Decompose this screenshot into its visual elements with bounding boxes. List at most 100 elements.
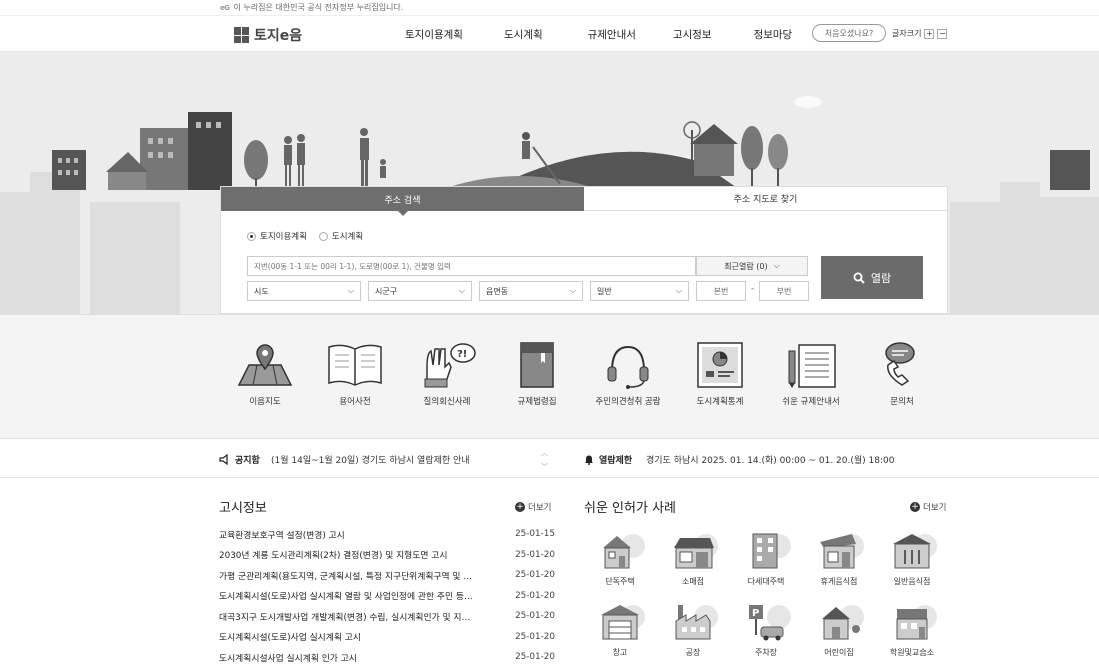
quick-item-map[interactable]: 이음지도: [220, 341, 310, 407]
list-item-date: 25-01-15: [515, 529, 555, 540]
select-sido[interactable]: 시도 ⌵: [247, 281, 361, 301]
case-general-restaurant[interactable]: 일반음식점: [877, 530, 947, 587]
recent-view-label: 최근열람 (0): [724, 261, 768, 271]
list-item-date: 25-01-20: [515, 590, 555, 601]
quick-item-qna[interactable]: ?! 질의회신사례: [402, 341, 492, 407]
store-icon: [674, 534, 718, 569]
font-decrease-button[interactable]: −: [937, 28, 948, 39]
list-item[interactable]: 가평 군관리계획(용도지역, 군계획시설, 특정 지구단위계획구역 및 … 25-…: [219, 565, 555, 586]
font-increase-button[interactable]: +: [924, 28, 935, 39]
quick-item-public-hearing[interactable]: 주민의견청취 공람: [583, 341, 673, 407]
select-land-type[interactable]: 일반 ⌵: [590, 281, 689, 301]
address-input[interactable]: [247, 256, 696, 276]
list-item[interactable]: 도시계획시설(도로)사업 실시계획 열람 및 사업인정에 관한 주민 등… 25-…: [219, 586, 555, 607]
site-logo[interactable]: 토지e음: [234, 25, 302, 45]
select-sigungu-value: 시군구: [375, 286, 398, 296]
case-label: 공장: [685, 648, 701, 657]
chevron-down-icon: ⌵: [675, 286, 682, 295]
font-size-label: 글자크기: [892, 29, 922, 38]
main-nav: 토지이용계획 도시계획 규제안내서 고시정보 정보마당: [405, 27, 792, 42]
nav-info-hub[interactable]: 정보마당: [754, 27, 793, 42]
notice-text[interactable]: (1월 14일~1월 20일) 경기도 하남시 열람제한 안내: [271, 453, 470, 466]
view-button[interactable]: 열람: [821, 256, 923, 299]
bonbun-input[interactable]: 본번: [696, 281, 746, 301]
nav-regulation-guide[interactable]: 규제안내서: [588, 27, 636, 42]
tab-address-search[interactable]: 주소 검색: [221, 187, 584, 216]
academy-icon: [896, 605, 937, 640]
quick-item-statistics[interactable]: 도시계획통계: [675, 341, 765, 407]
case-label: 어린이집: [824, 648, 854, 657]
chevron-down-icon[interactable]: ﹀: [541, 460, 548, 474]
law-book-icon: [520, 342, 554, 388]
tab-map-search[interactable]: 주소 지도로 찾기: [584, 187, 947, 211]
case-factory[interactable]: 공장: [658, 601, 728, 658]
chevron-down-icon: ⌵: [773, 261, 780, 270]
gov-logo: eG: [220, 3, 230, 12]
quick-item-glossary[interactable]: 용어사전: [310, 341, 400, 407]
select-eupmyeondong[interactable]: 읍면동 ⌵: [479, 281, 583, 301]
case-detached-house[interactable]: 단독주택: [585, 530, 655, 587]
case-label: 소매점: [681, 577, 705, 586]
view-button-label: 열람: [870, 271, 892, 285]
list-item[interactable]: 도시계획시설(도로)사업 실시계획 고시 25-01-20: [219, 627, 555, 648]
quick-item-regulation-law[interactable]: 규제법령집: [492, 341, 582, 407]
nav-urban-plan[interactable]: 도시계획: [504, 27, 543, 42]
nav-land-use[interactable]: 토지이용계획: [405, 27, 463, 42]
bubun-input[interactable]: 부번: [759, 281, 809, 301]
case-multi-household[interactable]: 다세대주택: [731, 530, 801, 587]
case-label: 일반음식점: [893, 577, 931, 586]
plus-circle-icon: +: [515, 502, 525, 512]
quick-item-contact[interactable]: 문의처: [857, 341, 947, 407]
chevron-up-icon[interactable]: ︿: [541, 446, 548, 460]
list-item-title: 가평 군관리계획(용도지역, 군계획시설, 특정 지구단위계획구역 및 …: [219, 571, 473, 582]
quick-item-label: 이음지도: [249, 397, 281, 407]
notice-arrows: ︿ ﹀: [541, 446, 548, 474]
more-label: 더보기: [923, 503, 947, 513]
svg-text:?!: ?!: [457, 349, 467, 360]
chevron-down-icon: ⌵: [458, 286, 465, 295]
address-search-panel: 주소 검색 주소 지도로 찾기 토지이용계획 도시계획 최근열람 (0) ⌵ 시…: [220, 186, 948, 314]
list-item[interactable]: 교육환경보호구역 설정(변경) 고시 25-01-15: [219, 524, 555, 545]
more-label: 더보기: [528, 503, 552, 513]
gosi-section: 고시정보: [219, 497, 555, 516]
radio-checked-icon: [247, 231, 256, 241]
radio-urban-plan[interactable]: 도시계획: [318, 230, 363, 242]
quick-item-easy-guide[interactable]: 쉬운 규제안내서: [766, 341, 856, 407]
case-retail-store[interactable]: 소매점: [658, 530, 728, 587]
list-item-title: 도시계획시설(도로)사업 실시계획 열람 및 사업인정에 관한 주민 등…: [219, 592, 473, 603]
notice-bar: 공지함 (1월 14일~1월 20일) 경기도 하남시 열람제한 안내 ︿ ﹀ …: [0, 438, 1099, 478]
list-item-title: 대곡3지구 도시개발사업 개발계획(변경) 수립, 실시계획인가 및 지…: [219, 612, 471, 623]
case-label: 학원및교습소: [889, 648, 935, 657]
case-daycare[interactable]: 어린이집: [804, 601, 874, 658]
list-item-date: 25-01-20: [515, 631, 555, 642]
first-visit-button[interactable]: 처음오셨나요?: [812, 24, 886, 42]
document-pen-icon: [788, 344, 836, 388]
select-eupmyeondong-value: 읍면동: [486, 286, 509, 296]
speaker-icon: [219, 454, 228, 465]
radio-land-use[interactable]: 토지이용계획: [247, 230, 307, 242]
quick-item-label: 도시계획통계: [696, 397, 744, 407]
list-item[interactable]: 도시계획시설사업 실시계획 인가 고시 25-01-20: [219, 647, 555, 668]
case-label: 단독주택: [605, 577, 635, 586]
restrict-text: 경기도 하남시 2025. 01. 14.(화) 00:00 ~ 01. 20.…: [646, 456, 895, 466]
raised-hand-question-icon: ?!: [424, 343, 476, 388]
nav-notice-info[interactable]: 고시정보: [673, 27, 712, 42]
gosi-more-link[interactable]: + 더보기: [515, 501, 551, 513]
case-academy[interactable]: 학원및교습소: [877, 601, 947, 658]
recent-view-dropdown[interactable]: 최근열람 (0) ⌵: [696, 256, 808, 276]
case-warehouse[interactable]: 창고: [585, 601, 655, 658]
list-item[interactable]: 대곡3지구 도시개발사업 개발계획(변경) 수립, 실시계획인가 및 지… 25-…: [219, 606, 555, 627]
cases-more-link[interactable]: + 더보기: [910, 501, 946, 513]
list-item[interactable]: 2030년 계룡 도시관리계획(2차) 결정(변경) 및 지형도면 고시 25-0…: [219, 545, 555, 566]
select-land-type-value: 일반: [597, 286, 612, 296]
header: 토지e음 토지이용계획 도시계획 규제안내서 고시정보 정보마당 처음오셨나요?…: [0, 16, 1099, 52]
select-sigungu[interactable]: 시군구 ⌵: [368, 281, 472, 301]
search-icon: [853, 272, 865, 284]
case-parking[interactable]: P 주차장: [731, 601, 801, 658]
restrict-label: 열람제한: [584, 453, 632, 466]
bun-separator: -: [751, 284, 755, 294]
select-sido-value: 시도: [254, 286, 269, 296]
logo-mark-icon: [234, 27, 250, 43]
case-rest-restaurant[interactable]: 휴게음식점: [804, 530, 874, 587]
cases-title: 쉬운 인허가 사례: [584, 501, 676, 516]
